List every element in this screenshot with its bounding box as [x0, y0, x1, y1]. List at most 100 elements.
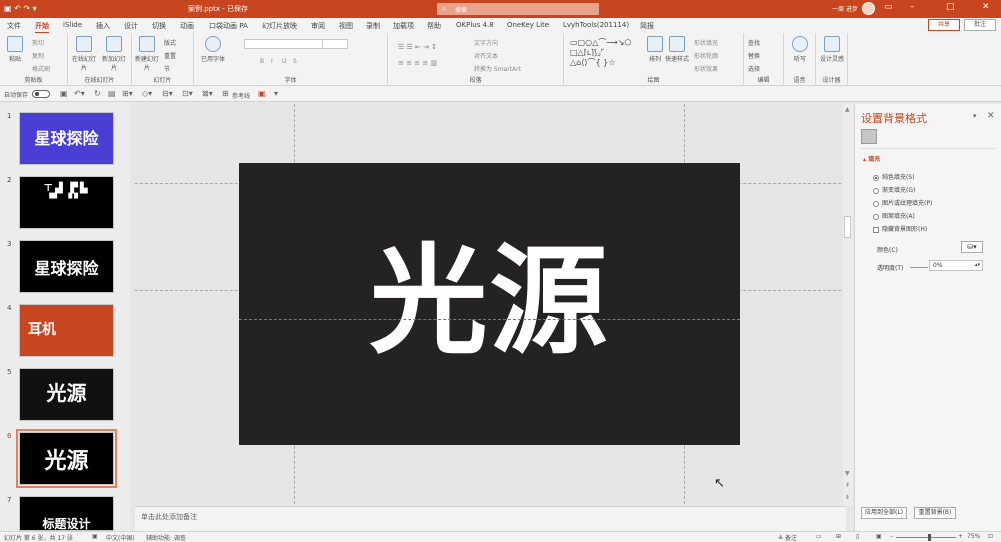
scroll-thumb[interactable]	[844, 216, 851, 238]
tab-insert[interactable]: 插入	[96, 21, 110, 31]
notes-toggle[interactable]: ≜ 备注	[778, 533, 797, 542]
solid-fill-option[interactable]: 纯色填充(S)	[873, 172, 915, 181]
editor-scrollbar[interactable]: ▲ ▼ ⇞ ⇟	[843, 104, 853, 506]
tab-animations[interactable]: 动画	[180, 21, 194, 31]
align-objects-icon[interactable]: ⊟▾	[162, 89, 173, 98]
shape-fill-button[interactable]: 形状填充	[694, 38, 718, 47]
present-icon[interactable]: ▤	[108, 89, 116, 98]
ribbon-display-icon[interactable]: ▭	[884, 2, 893, 12]
autosave-toggle[interactable]	[32, 90, 50, 98]
layout-icon[interactable]: ⊞▾	[122, 89, 133, 98]
group-objects-icon[interactable]: ⊡▾	[182, 89, 193, 98]
scroll-down-icon[interactable]: ▼	[845, 470, 850, 477]
shapes-gallery-icon[interactable]: ▭▢○△⌒⟶↘⬠ □△⌈ʟ⌉⟆⌟⌜ △⌂⟨⟩⌒{ }☆	[570, 37, 631, 68]
close-icon[interactable]: ✕	[982, 2, 990, 12]
spellcheck-icon[interactable]: ▣	[92, 533, 98, 540]
tab-onekey[interactable]: OneKey Lite	[507, 21, 549, 29]
accessibility-status[interactable]: 辅助功能: 调查	[146, 533, 186, 542]
replace-button[interactable]: 替换	[748, 51, 760, 60]
gradient-fill-option[interactable]: 渐变填充(G)	[873, 185, 915, 194]
tab-design[interactable]: 设计	[124, 21, 138, 31]
minimize-icon[interactable]: –	[910, 2, 915, 12]
slide-thumbnail[interactable]: 光源	[19, 368, 114, 421]
distribute-icon[interactable]: ⊠▾	[202, 89, 213, 98]
slide-thumbnail[interactable]: ⊤▟ ▛▙ ▀ ▝▘	[19, 176, 114, 229]
tab-review[interactable]: 审阅	[311, 21, 325, 31]
transparency-input[interactable]: 0% ▴▾	[929, 260, 983, 271]
chevron-down-icon[interactable]: ▾	[973, 112, 977, 120]
slide-thumbnail[interactable]: 星球探险	[19, 240, 114, 293]
underline-button[interactable]: U	[282, 58, 286, 65]
used-fonts-button[interactable]: 已用字体	[200, 36, 226, 63]
save-icon[interactable]: ▣	[60, 89, 68, 98]
slide-thumbnail[interactable]: 星球探险	[19, 112, 114, 165]
prev-slide-icon[interactable]: ⇞	[845, 482, 850, 489]
reset-button[interactable]: 重置	[164, 51, 176, 60]
text-direction-button[interactable]: 文字方向	[474, 38, 498, 47]
close-icon[interactable]: ✕	[987, 111, 995, 121]
notes-pane[interactable]: 单击此处添加备注	[135, 506, 846, 531]
font-size-field[interactable]	[322, 39, 348, 49]
section-button[interactable]: 节	[164, 64, 170, 73]
normal-view-icon[interactable]: ▭	[816, 533, 822, 540]
add-slide-button[interactable]: 新加幻灯片	[101, 36, 127, 72]
cut-button[interactable]: 剪切	[32, 38, 44, 47]
layout-button[interactable]: 版式	[164, 38, 176, 47]
reset-background-button[interactable]: 重置背景(B)	[914, 507, 956, 519]
redo-icon[interactable]: ↻	[94, 89, 101, 98]
select-button[interactable]: 选择	[748, 64, 760, 73]
fit-to-window-icon[interactable]: ⊡	[988, 533, 993, 540]
reading-view-icon[interactable]: ▯	[856, 533, 859, 540]
hide-background-checkbox[interactable]: 隐藏背景图形(H)	[873, 224, 927, 233]
tab-okplus[interactable]: OKPlus 4.8	[456, 21, 494, 29]
transparency-slider[interactable]	[910, 267, 928, 268]
tab-slideshow[interactable]: 幻灯片放映	[262, 21, 297, 31]
zoom-slider[interactable]	[896, 537, 956, 538]
customize-icon[interactable]: ▾	[274, 89, 278, 98]
zoom-level[interactable]: 75%	[967, 533, 980, 540]
tab-pocket-animation[interactable]: 口袋动画 PA	[209, 21, 248, 31]
shape-icon[interactable]: ◇▾	[142, 89, 152, 98]
guides-icon[interactable]: ⊞	[222, 89, 229, 98]
zoom-in-icon[interactable]: +	[958, 533, 963, 540]
dictate-button[interactable]: 听写	[787, 36, 813, 63]
pattern-fill-option[interactable]: 图案填充(A)	[873, 211, 915, 220]
comment-button[interactable]: 批注	[964, 19, 996, 31]
find-button[interactable]: 查找	[748, 38, 760, 47]
language[interactable]: 中文(中国)	[106, 533, 135, 542]
align-icon[interactable]: ≡ ≡ ≡ ≡ ▥	[398, 59, 437, 67]
shape-outline-button[interactable]: 形状轮廓	[694, 51, 718, 60]
tab-help[interactable]: 帮助	[427, 21, 441, 31]
tab-lvyhtools[interactable]: LvyhTools(201114)	[563, 21, 629, 29]
fill-section-header[interactable]: ▴ 填充	[863, 154, 880, 163]
tab-record[interactable]: 录制	[366, 21, 380, 31]
slide-title[interactable]: 光源	[239, 231, 740, 371]
paint-bucket-icon[interactable]	[861, 129, 877, 144]
paste-button[interactable]: 粘贴	[2, 36, 28, 63]
slide-thumbnail-selected[interactable]: 光源	[16, 429, 117, 488]
list-icon[interactable]: ☰ ☰ ⇤ ⇥ ↕	[398, 43, 437, 51]
format-painter-button[interactable]: 格式刷	[32, 64, 50, 73]
italic-button[interactable]: I	[271, 58, 273, 65]
online-slides-button[interactable]: 在线幻灯片	[71, 36, 97, 72]
zoom-out-icon[interactable]: –	[890, 533, 893, 540]
next-slide-icon[interactable]: ⇟	[845, 494, 850, 501]
scroll-up-icon[interactable]: ▲	[845, 106, 850, 113]
avatar[interactable]	[862, 2, 875, 15]
bold-button[interactable]: B	[260, 58, 264, 65]
font-name-field[interactable]	[244, 39, 326, 49]
undo-icon[interactable]: ↶▾	[74, 89, 85, 98]
maximize-icon[interactable]: □	[946, 2, 955, 12]
user-name[interactable]: 一周 进步	[832, 4, 858, 13]
shape-effects-button[interactable]: 形状效果	[694, 64, 718, 73]
strikethrough-button[interactable]: S	[293, 58, 297, 65]
slide-thumbnail[interactable]: 标题设计	[19, 496, 114, 531]
zoom-slider-knob[interactable]	[928, 534, 931, 541]
smartart-button[interactable]: 转换为 SmartArt	[474, 64, 521, 73]
search-box[interactable]: ⌕ 搜索	[437, 3, 599, 15]
tab-view[interactable]: 视图	[339, 21, 353, 31]
color-picker-button[interactable]: ⛁▾	[961, 241, 983, 253]
tab-file[interactable]: 文件	[7, 21, 21, 31]
new-slide-button[interactable]: 新建幻灯片	[134, 36, 160, 72]
tab-islide[interactable]: iSlide	[63, 21, 82, 29]
